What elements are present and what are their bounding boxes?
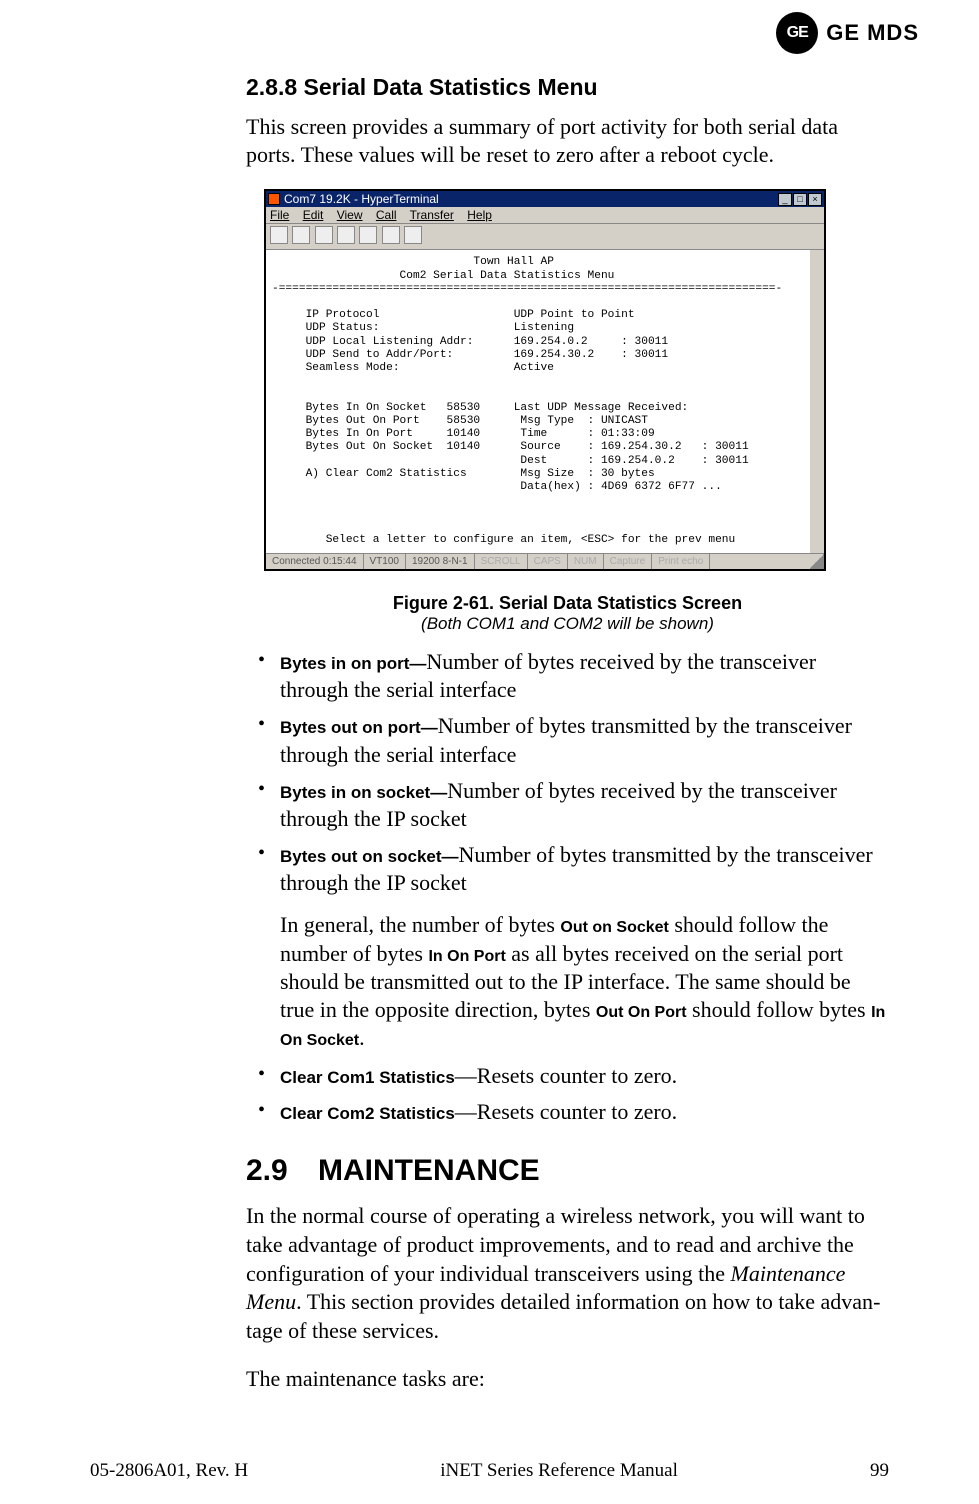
minimize-button[interactable]: _ — [778, 193, 792, 206]
figure-caption: Figure 2-61. Serial Data Statistics Scre… — [246, 593, 889, 614]
close-button[interactable]: × — [808, 193, 822, 206]
footer-docid: 05-2806A01, Rev. H — [90, 1460, 248, 1482]
toolbar-btn-7[interactable] — [404, 226, 422, 244]
bullet-label: Bytes in on port— — [280, 654, 426, 673]
app-icon — [268, 193, 280, 205]
section-number: 2.9 — [246, 1154, 318, 1188]
toolbar — [266, 224, 824, 250]
figure-subcaption: (Both COM1 and COM2 will be shown) — [246, 614, 889, 634]
section-heading-maintenance: 2.9MAINTENANCE — [246, 1154, 889, 1188]
bullet-bytes-out-socket: Bytes out on socket—Number of bytes tran… — [246, 841, 889, 897]
status-scroll: SCROLL — [475, 554, 528, 569]
bullet-label: Bytes out on socket— — [280, 847, 459, 866]
brand-logo: GE GE MDS — [776, 12, 919, 54]
toolbar-btn-4[interactable] — [337, 226, 355, 244]
toolbar-btn-1[interactable] — [270, 226, 288, 244]
toolbar-btn-5[interactable] — [359, 226, 377, 244]
label-in-on-port: In On Port — [428, 948, 505, 965]
resize-grip-icon — [810, 554, 824, 569]
status-caps: CAPS — [528, 554, 568, 569]
maintenance-tasks-lead: The maintenance tasks are: — [246, 1365, 889, 1394]
footer-doc-title: iNET Series Reference Manual — [440, 1460, 678, 1482]
label-out-on-port: Out On Port — [596, 1004, 687, 1021]
bullet-bytes-in-socket: Bytes in on socket—Number of bytes recei… — [246, 777, 889, 833]
footer-page-number: 99 — [870, 1460, 889, 1482]
statusbar: Connected 0:15:44 VT100 19200 8-N-1 SCRO… — [266, 553, 824, 569]
ge-monogram-icon: GE — [776, 12, 818, 54]
bullet-clear-com1: Clear Com1 Statistics—Resets counter to … — [246, 1062, 889, 1090]
menu-view[interactable]: View — [337, 208, 363, 222]
menu-file[interactable]: File — [270, 208, 289, 222]
bullet-label: Clear Com1 Statistics — [280, 1068, 455, 1087]
intro-paragraph: This screen provides a summary of port a… — [246, 113, 889, 169]
section-title: MAINTENANCE — [318, 1154, 540, 1187]
titlebar: Com7 19.2K - HyperTerminal _ □ × — [266, 191, 824, 207]
maximize-button[interactable]: □ — [793, 193, 807, 206]
followup-paragraph: In general, the number of bytes Out on S… — [280, 911, 889, 1052]
toolbar-btn-6[interactable] — [382, 226, 400, 244]
bullet-text: —Resets counter to zero. — [455, 1063, 677, 1088]
terminal-text: Town Hall AP Com2 Serial Data Statistics… — [272, 256, 810, 547]
status-emulation: VT100 — [364, 554, 406, 569]
terminal-window: Com7 19.2K - HyperTerminal _ □ × File Ed… — [264, 189, 826, 571]
toolbar-btn-2[interactable] — [292, 226, 310, 244]
brand-text: GE MDS — [826, 20, 919, 46]
subsection-heading: 2.8.8 Serial Data Statistics Menu — [246, 74, 889, 101]
menu-call[interactable]: Call — [376, 208, 397, 222]
toolbar-btn-3[interactable] — [315, 226, 333, 244]
label-out-on-socket: Out on Socket — [560, 919, 668, 936]
bullet-bytes-out-port: Bytes out on port—Number of bytes transm… — [246, 712, 889, 768]
page-footer: 05-2806A01, Rev. H iNET Series Reference… — [0, 1460, 979, 1482]
bullet-label: Bytes out on port— — [280, 718, 438, 737]
bullet-clear-com2: Clear Com2 Statistics—Resets counter to … — [246, 1098, 889, 1126]
menu-edit[interactable]: Edit — [303, 208, 324, 222]
menubar: File Edit View Call Transfer Help — [266, 207, 824, 224]
menu-transfer[interactable]: Transfer — [410, 208, 454, 222]
status-print: Print echo — [652, 554, 710, 569]
status-capture: Capture — [604, 554, 653, 569]
menu-help[interactable]: Help — [467, 208, 492, 222]
status-num: NUM — [568, 554, 604, 569]
bullet-label: Bytes in on socket— — [280, 783, 447, 802]
bullet-text: —Resets counter to zero. — [455, 1099, 677, 1124]
terminal-body: Town Hall AP Com2 Serial Data Statistics… — [266, 250, 824, 553]
maintenance-intro: In the normal course of operating a wire… — [246, 1202, 889, 1345]
bullet-label: Clear Com2 Statistics — [280, 1104, 455, 1123]
window-title: Com7 19.2K - HyperTerminal — [284, 192, 439, 206]
status-connected: Connected 0:15:44 — [266, 554, 364, 569]
bullet-bytes-in-port: Bytes in on port—Number of bytes receive… — [246, 648, 889, 704]
status-baud: 19200 8-N-1 — [406, 554, 475, 569]
